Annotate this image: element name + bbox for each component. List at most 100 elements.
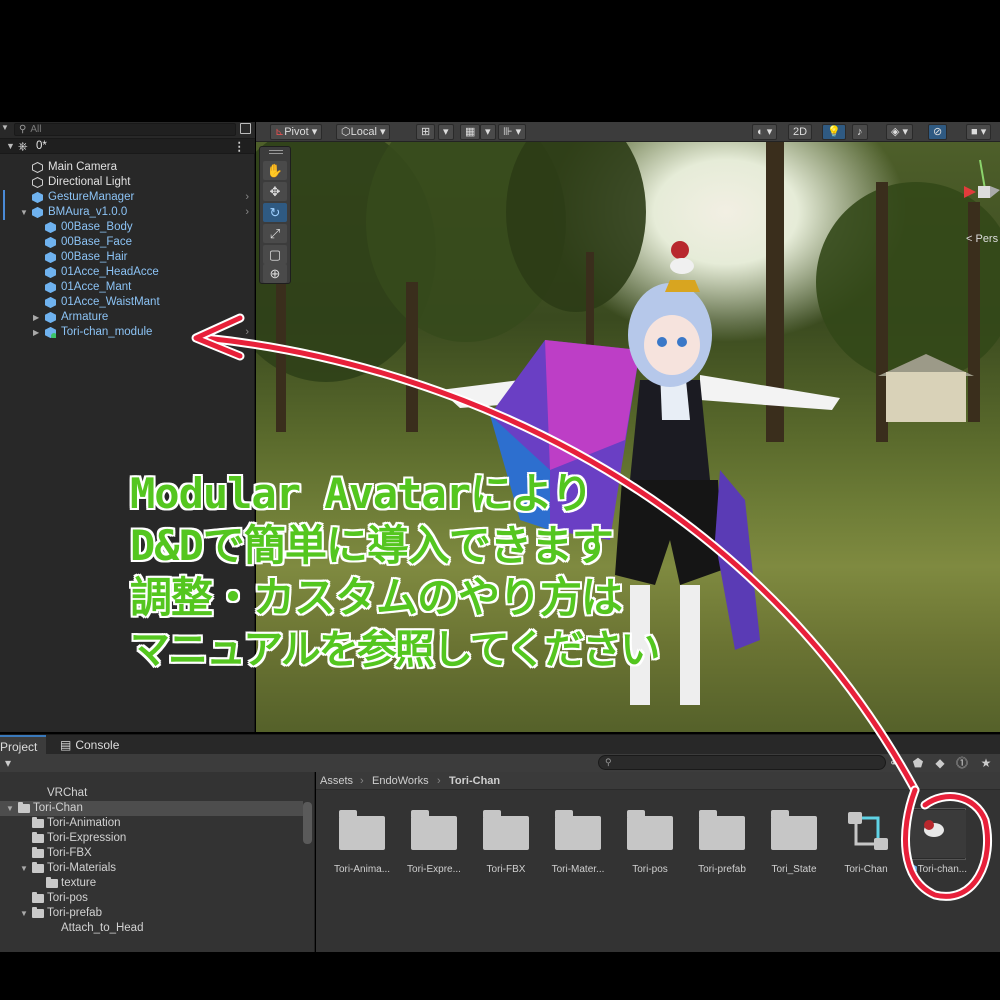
hierarchy-row[interactable]: Directional Light: [0, 175, 255, 190]
expand-arrow-icon[interactable]: ▼: [20, 906, 28, 921]
perspective-label[interactable]: < Pers: [966, 233, 998, 245]
folder-tree-item[interactable]: Attach_to_Head: [0, 921, 303, 936]
effects-dropdown[interactable]: ◈ ▾: [886, 124, 914, 140]
chevron-right-icon[interactable]: ›: [245, 325, 249, 340]
folder-icon: [32, 862, 44, 873]
chevron-right-icon[interactable]: ›: [245, 190, 249, 205]
scene-menu-icon[interactable]: ⋮: [234, 139, 246, 153]
tab-project[interactable]: Project: [0, 735, 46, 755]
hierarchy-row[interactable]: 01Acce_HeadAcce: [0, 265, 255, 280]
lighting-toggle[interactable]: 💡: [822, 124, 846, 140]
shading-sphere-icon: ◐: [757, 126, 764, 138]
grid-visibility-button[interactable]: ▦: [460, 124, 481, 140]
hierarchy-row[interactable]: 01Acce_WaistMant: [0, 295, 255, 310]
hierarchy-row[interactable]: ▶ Tori-chan_module ›: [0, 325, 255, 340]
warning-icon[interactable]: ⓵: [954, 755, 970, 771]
scene-visibility-toggle[interactable]: ⊘: [928, 124, 948, 140]
collapse-arrow-icon[interactable]: ▶: [33, 310, 39, 325]
orientation-gizmo[interactable]: [960, 150, 1000, 240]
camera-dropdown[interactable]: ■ ▾: [966, 124, 992, 140]
asset-label-text: Tori-FBX: [486, 864, 526, 875]
asset-item[interactable]: Tori-prefab: [680, 810, 750, 890]
hierarchy-row[interactable]: ▶ Armature: [0, 310, 255, 325]
prefab-override-bar: [3, 205, 5, 220]
expand-arrow-icon[interactable]: ▼: [6, 801, 14, 816]
hierarchy-search-input[interactable]: ⚲ All: [14, 123, 236, 136]
shading-mode-dropdown[interactable]: ◐ ▾: [752, 124, 778, 140]
grid-snap-button[interactable]: ⊞: [416, 124, 436, 140]
asset-item[interactable]: Tori_State: [752, 810, 822, 890]
chevron-right-icon[interactable]: ›: [245, 205, 249, 220]
rect-tool-button[interactable]: ▢: [263, 245, 287, 264]
create-dropdown-icon[interactable]: ▾: [0, 755, 16, 771]
search-icon: ⚲: [605, 757, 612, 767]
hierarchy-row[interactable]: 00Base_Hair: [0, 250, 255, 265]
grid-visibility-dropdown[interactable]: ▾: [480, 124, 496, 140]
asset-item[interactable]: Tori-pos: [608, 810, 678, 890]
folder-tree-item[interactable]: Tori-FBX: [0, 846, 303, 861]
hand-tool-button[interactable]: ✋: [263, 161, 287, 180]
local-dropdown[interactable]: ⬡Local ▾: [336, 124, 391, 140]
asset-item[interactable]: Tori-FBX: [464, 810, 534, 890]
folder-tree-scrollbar[interactable]: [303, 802, 312, 844]
breadcrumb-item[interactable]: EndoWorks: [372, 772, 429, 790]
folder-tree-item[interactable]: Tori-pos: [0, 891, 303, 906]
hierarchy-add-dropdown-icon[interactable]: ▼: [1, 123, 9, 132]
favorite-star-icon[interactable]: ★: [978, 755, 994, 771]
bottom-letterbox: [0, 952, 1000, 1000]
pivot-dropdown[interactable]: ⊾Pivot ▾: [270, 124, 323, 140]
folder-tree-label: Tori-Materials: [47, 862, 117, 874]
asset-label-text: Tori-Chan: [844, 864, 888, 875]
folder-tree-item[interactable]: ▼ Tori-Materials: [0, 861, 303, 876]
project-search-input[interactable]: ⚲: [598, 755, 886, 770]
prefab-cube-icon: [45, 282, 56, 293]
folder-tree-item[interactable]: ▼ Tori-prefab: [0, 906, 303, 921]
folder-tree-item[interactable]: Tori-Expression: [0, 831, 303, 846]
audio-toggle[interactable]: ♪: [852, 124, 868, 140]
2d-toggle[interactable]: 2D: [788, 124, 813, 140]
palette-grip-icon[interactable]: [269, 150, 283, 154]
increment-snap-button[interactable]: ⊪ ▾: [498, 124, 527, 140]
audio-muted-icon: ♪: [857, 126, 863, 138]
tool-palette: ✋ ✥ ↻ ⤢ ▢ ⊕: [259, 146, 291, 284]
expand-arrow-icon[interactable]: ▼: [6, 141, 15, 151]
breadcrumb-item[interactable]: Assets: [320, 772, 353, 790]
expand-arrow-icon[interactable]: ▼: [20, 861, 28, 876]
rotate-tool-button[interactable]: ↻: [263, 203, 287, 222]
move-tool-button[interactable]: ✥: [263, 182, 287, 201]
hierarchy-row[interactable]: 01Acce_Mant: [0, 280, 255, 295]
grid-snap-dropdown[interactable]: ▾: [438, 124, 454, 140]
transform-tool-button[interactable]: ⊕: [263, 264, 287, 283]
hierarchy-row[interactable]: ▼ BMAura_v1.0.0 ›: [0, 205, 255, 220]
folder-icon: [32, 847, 44, 858]
gizmo-center-cube[interactable]: [978, 186, 990, 198]
gizmo-z-cone[interactable]: [990, 186, 1000, 198]
hierarchy-row[interactable]: 00Base_Body: [0, 220, 255, 235]
hierarchy-row[interactable]: 00Base_Face: [0, 235, 255, 250]
scale-tool-button[interactable]: ⤢: [263, 224, 287, 243]
folder-tree-item[interactable]: ▼ Tori-Chan: [0, 801, 303, 816]
search-by-type-icon[interactable]: ⚭: [886, 755, 902, 771]
folder-icon: [699, 810, 745, 850]
folder-tree-item[interactable]: VRChat: [0, 786, 303, 801]
asset-item[interactable]: Tori-Mater...: [536, 810, 606, 890]
collapse-arrow-icon[interactable]: ▶: [33, 325, 39, 340]
filter-by-label-icon[interactable]: ⬟: [910, 755, 926, 771]
asset-item[interactable]: Tori-Anima...: [320, 810, 390, 890]
gizmo-x-cone[interactable]: [964, 186, 976, 198]
hierarchy-row[interactable]: Main Camera: [0, 160, 255, 175]
breadcrumb-item[interactable]: Tori-Chan: [449, 772, 500, 790]
tag-icon[interactable]: ◆: [932, 755, 948, 771]
scene-root-row[interactable]: ▼ ⎈ 0* ⋮: [0, 138, 255, 154]
hierarchy-row[interactable]: GestureManager ›: [0, 190, 255, 205]
caption-line-3: 調整・カスタムのやり方は: [130, 573, 623, 622]
project-folder-tree: VRChat ▼ Tori-Chan Tori-Animation Tori-Expre…: [0, 772, 315, 952]
folder-tree-item[interactable]: texture: [0, 876, 303, 891]
hierarchy-lock-icon[interactable]: [240, 123, 251, 134]
asset-item[interactable]: ⬢Tori-chan...: [896, 810, 967, 890]
asset-item[interactable]: Tori-Chan: [824, 810, 894, 890]
expand-arrow-icon[interactable]: ▼: [20, 205, 28, 220]
tab-console[interactable]: ▤ Console: [56, 735, 126, 755]
folder-tree-item[interactable]: Tori-Animation: [0, 816, 303, 831]
asset-item[interactable]: Tori-Expre...: [392, 810, 462, 890]
